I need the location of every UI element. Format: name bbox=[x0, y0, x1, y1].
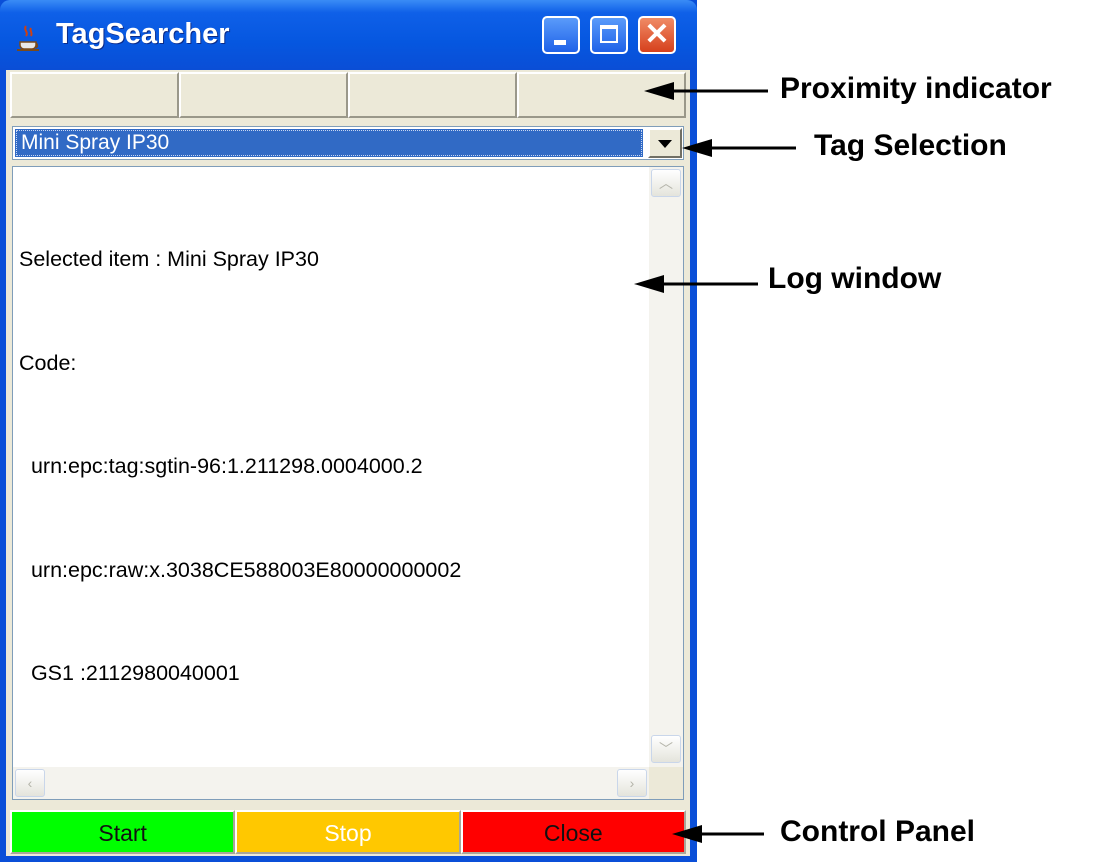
control-panel-label: Control Panel bbox=[780, 815, 976, 848]
log-window-label: Log window bbox=[768, 262, 942, 295]
tag-selection-arrow bbox=[682, 139, 796, 157]
proximity-indicator-label: Proximity indicator bbox=[780, 72, 1052, 105]
tag-selection-label: Tag Selection bbox=[814, 129, 1007, 162]
log-window-arrow bbox=[634, 275, 758, 293]
control-panel-arrow bbox=[672, 825, 764, 843]
proximity-arrow bbox=[644, 82, 768, 100]
